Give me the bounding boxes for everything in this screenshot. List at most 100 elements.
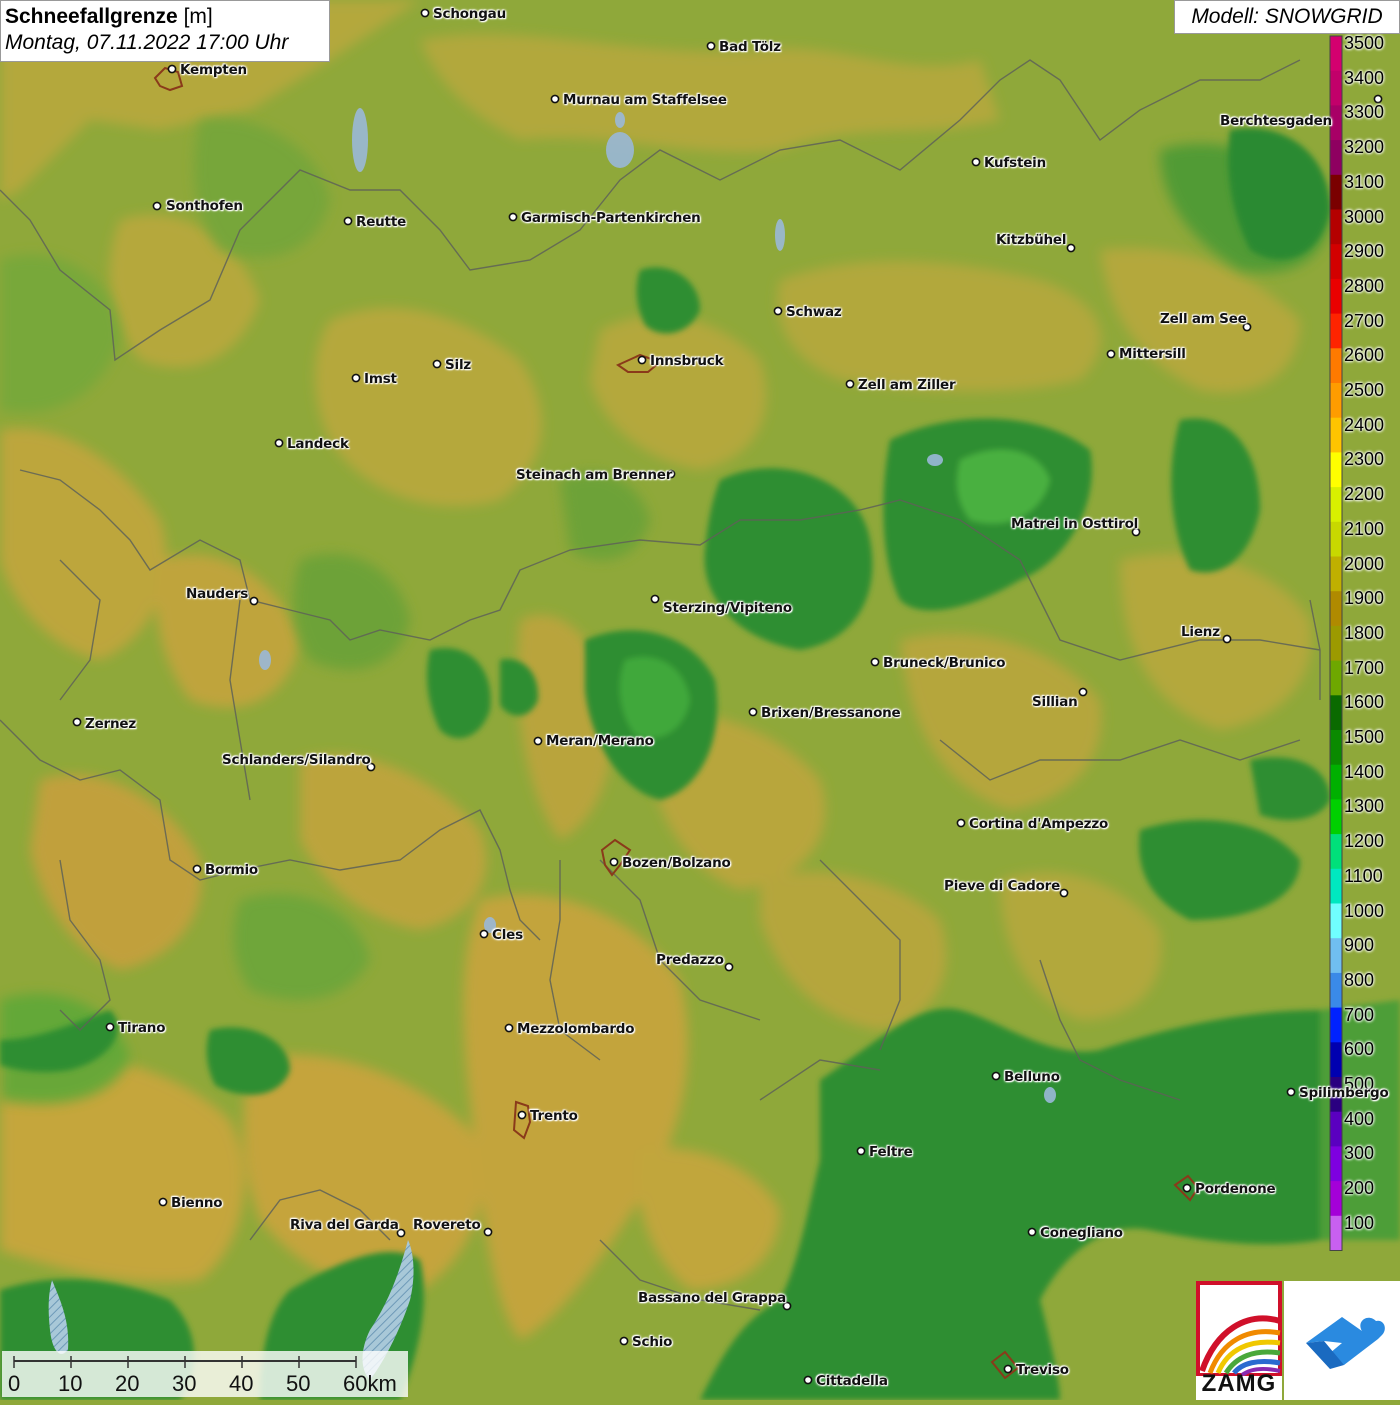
city-marker — [706, 41, 716, 51]
legend-label: 1100 — [1344, 865, 1383, 886]
city-label: Meran/Merano — [546, 733, 654, 749]
title-text: Schneefallgrenze — [5, 5, 178, 28]
zamg-logo-text: ZAMG — [1201, 1370, 1277, 1397]
city-label: Innsbruck — [650, 353, 724, 369]
city-label: Mittersill — [1119, 346, 1186, 362]
legend-swatch — [1330, 383, 1342, 419]
city-label: Bassano del Grappa — [638, 1290, 786, 1306]
legend-swatch — [1330, 140, 1342, 176]
map-title: Schneefallgrenze [m] — [5, 4, 325, 29]
city-label: Belluno — [1004, 1069, 1060, 1085]
legend-label: 1200 — [1344, 831, 1385, 852]
city-marker — [856, 1146, 866, 1156]
city-marker — [619, 1336, 629, 1346]
city-label: Matrei in Osttirol — [1011, 516, 1139, 532]
legend-swatch — [1330, 625, 1342, 662]
legend-color-scale — [1329, 35, 1343, 1251]
city-marker — [1059, 888, 1069, 898]
city-marker — [504, 1023, 514, 1033]
legend-label: 700 — [1344, 1004, 1375, 1025]
legend-label: 1000 — [1344, 900, 1385, 921]
scale-label: 10 — [58, 1371, 83, 1396]
zamg-logo: ZAMG — [1196, 1281, 1282, 1400]
city-marker — [105, 1022, 115, 1032]
city-marker — [72, 717, 82, 727]
legend-swatch — [1330, 313, 1342, 349]
legend-label: 3500 — [1344, 33, 1385, 53]
legend-swatch — [1330, 209, 1342, 245]
legend-label: 1400 — [1344, 761, 1385, 782]
city-marker — [956, 818, 966, 828]
legend-swatch — [1330, 730, 1342, 766]
legend-label: 1500 — [1344, 727, 1385, 747]
legend-swatch — [1330, 1007, 1342, 1043]
legend-swatch — [1330, 487, 1342, 523]
city-label: Bad Tölz — [719, 39, 781, 55]
city-marker — [1182, 1183, 1192, 1193]
legend-swatch — [1330, 764, 1342, 800]
legend-label: 200 — [1344, 1178, 1375, 1199]
legend-label: 400 — [1344, 1108, 1375, 1129]
city-marker — [1106, 349, 1116, 359]
city-label: Landeck — [287, 436, 349, 452]
city-marker — [158, 1197, 168, 1207]
city-marker — [1003, 1364, 1013, 1374]
city-label: Reutte — [356, 214, 407, 230]
city-label: Bozen/Bolzano — [622, 855, 731, 871]
city-marker — [249, 596, 259, 606]
legend-label: 2800 — [1344, 275, 1385, 296]
city-label: Sonthofen — [166, 198, 243, 214]
legend-label: 2300 — [1344, 449, 1385, 470]
city-marker — [508, 212, 518, 222]
wave-cloud-icon — [1306, 1317, 1385, 1369]
city-label: Schio — [632, 1334, 673, 1350]
legend-label: 3300 — [1344, 102, 1385, 123]
legend-label: 3200 — [1344, 137, 1385, 158]
scale-label: 50 — [286, 1371, 311, 1396]
legend-swatch — [1330, 348, 1342, 384]
legend-label: 800 — [1344, 969, 1375, 990]
city-label: Lienz — [1181, 624, 1220, 640]
city-label: Steinach am Brenner — [516, 467, 673, 483]
city-marker — [192, 864, 202, 874]
city-marker — [845, 379, 855, 389]
city-label: Bienno — [171, 1195, 223, 1211]
city-label: Brixen/Bressanone — [761, 705, 901, 721]
city-marker — [748, 707, 758, 717]
city-marker — [991, 1071, 1001, 1081]
city-marker — [351, 373, 361, 383]
legend-swatch — [1330, 556, 1342, 592]
city-label: Sterzing/Vipiteno — [663, 600, 792, 616]
city-marker — [870, 657, 880, 667]
legend-swatch — [1330, 938, 1342, 974]
city-marker — [773, 306, 783, 316]
city-marker — [533, 736, 543, 746]
city-marker — [483, 1227, 493, 1237]
city-marker — [971, 157, 981, 167]
city-marker — [650, 594, 660, 604]
city-marker — [1286, 1087, 1296, 1097]
scale-label: 30 — [172, 1371, 197, 1396]
city-marker — [637, 355, 647, 365]
legend-swatch — [1330, 695, 1342, 731]
city-label: Nauders — [186, 586, 249, 602]
city-marker — [550, 94, 560, 104]
legend-label: 1800 — [1344, 622, 1385, 643]
legend-label: 1700 — [1344, 657, 1385, 678]
city-label: Schlanders/Silandro — [222, 752, 371, 768]
city-label: Treviso — [1016, 1362, 1069, 1378]
legend-label: 900 — [1344, 935, 1375, 956]
legend-label: 2700 — [1344, 310, 1385, 331]
city-label: Pordenone — [1195, 1181, 1276, 1197]
legend-label: 300 — [1344, 1143, 1375, 1164]
legend-swatch — [1330, 174, 1342, 210]
city-label: Cles — [492, 927, 523, 943]
city-label: Cortina d'Ampezzo — [969, 816, 1109, 832]
city-label: Zernez — [85, 716, 137, 732]
legend-label: 2500 — [1344, 380, 1385, 400]
legend-label: 2100 — [1344, 518, 1385, 539]
title-unit: [m] — [183, 5, 213, 28]
legend-label: 2000 — [1344, 553, 1385, 574]
wave-cloud-logo — [1284, 1281, 1400, 1400]
legend-swatch — [1330, 1146, 1342, 1182]
